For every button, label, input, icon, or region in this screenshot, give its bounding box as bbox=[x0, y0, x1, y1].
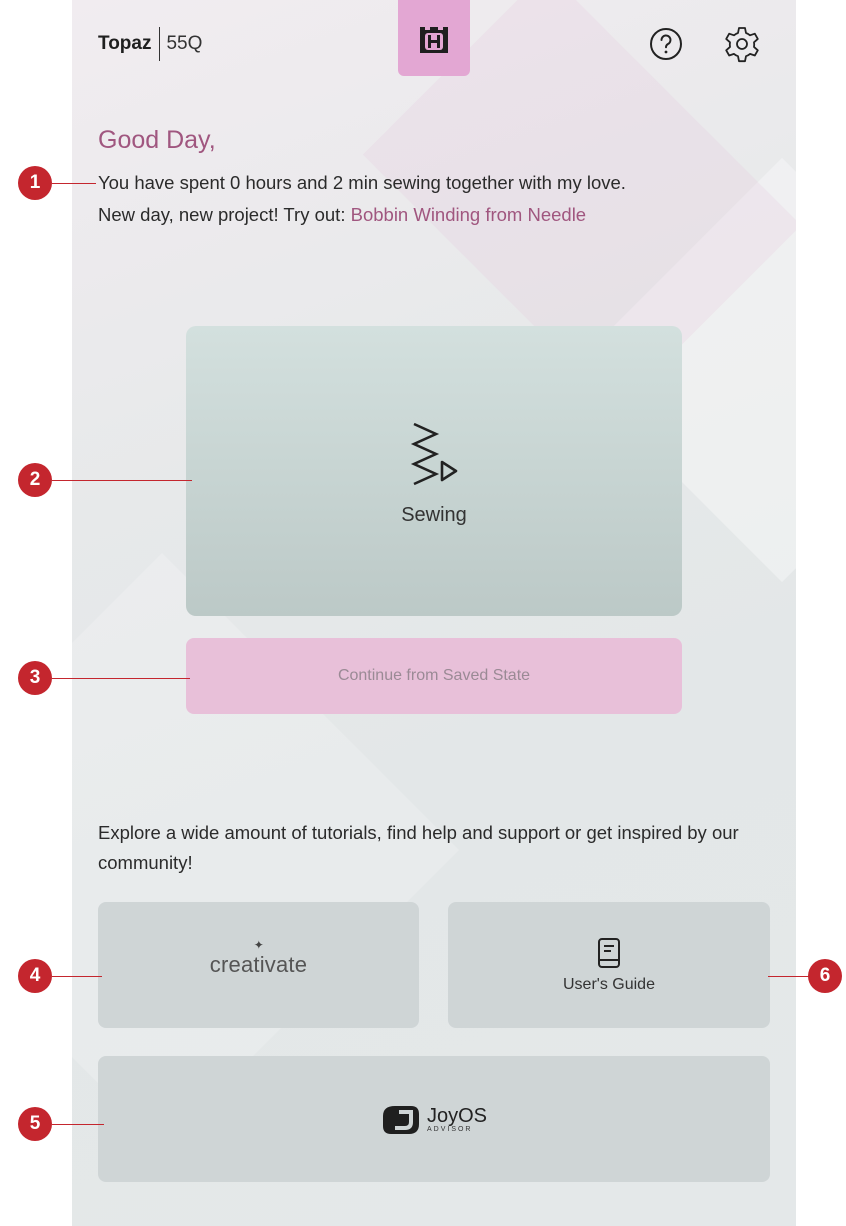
callout-line-3 bbox=[52, 678, 190, 679]
book-icon bbox=[598, 938, 620, 968]
callout-line-4 bbox=[52, 976, 102, 977]
users-guide-button[interactable]: User's Guide bbox=[448, 902, 770, 1028]
brand-divider bbox=[159, 27, 161, 61]
callout-marker-2: 2 bbox=[18, 463, 52, 497]
joyos-text: JoyOS ADVISOR bbox=[427, 1106, 487, 1133]
joyos-advisor-button[interactable]: JoyOS ADVISOR bbox=[98, 1056, 770, 1182]
creativate-label: creativate bbox=[209, 952, 308, 977]
joyos-sublabel: ADVISOR bbox=[426, 1125, 473, 1133]
gear-icon bbox=[725, 27, 759, 63]
suggestion-text: New day, new project! Try out: Bobbin Wi… bbox=[98, 204, 586, 226]
explore-text: Explore a wide amount of tutorials, find… bbox=[98, 822, 739, 873]
help-button[interactable] bbox=[646, 24, 686, 64]
callout-line-2 bbox=[52, 480, 192, 481]
sewing-mode-button[interactable]: Sewing bbox=[186, 326, 682, 616]
continue-saved-state-button[interactable]: Continue from Saved State bbox=[186, 638, 682, 714]
callout-marker-3: 3 bbox=[18, 661, 52, 695]
callout-line-1 bbox=[52, 183, 96, 184]
callout-marker-6: 6 bbox=[808, 959, 842, 993]
greeting-title: Good Day, bbox=[98, 126, 216, 154]
callout-marker-4: 4 bbox=[18, 959, 52, 993]
sewing-time-text: You have spent 0 hours and 2 min sewing … bbox=[98, 172, 626, 193]
users-guide-label: User's Guide bbox=[563, 976, 655, 993]
joyos-logo: JoyOS ADVISOR bbox=[381, 1102, 487, 1136]
joyos-logo-icon bbox=[382, 1106, 419, 1134]
joyos-label: JoyOS bbox=[426, 1104, 488, 1127]
husqvarna-logo-button[interactable] bbox=[398, 0, 470, 76]
home-screen: Topaz 55Q Good Day, You have spent 0 hou… bbox=[72, 0, 796, 1226]
creativate-button[interactable]: ✦ creativate bbox=[98, 902, 419, 1028]
husqvarna-crown-h-icon bbox=[420, 27, 448, 53]
brand-name: Topaz bbox=[98, 33, 152, 54]
zigzag-play-icon bbox=[410, 422, 458, 485]
creativate-logo: ✦ creativate bbox=[209, 938, 308, 978]
callout-marker-1: 1 bbox=[18, 166, 52, 200]
sewing-label: Sewing bbox=[401, 503, 467, 526]
help-circle-icon bbox=[650, 28, 682, 60]
tutorial-link[interactable]: Bobbin Winding from Needle bbox=[351, 204, 587, 225]
machine-model: 55Q bbox=[166, 33, 203, 54]
suggestion-prefix: New day, new project! Try out: bbox=[98, 204, 351, 225]
callout-line-5 bbox=[52, 1124, 104, 1125]
machine-brand: Topaz 55Q bbox=[98, 26, 202, 62]
settings-button[interactable] bbox=[720, 22, 764, 66]
sparkle-icon: ✦ bbox=[253, 938, 265, 952]
callout-marker-5: 5 bbox=[18, 1107, 52, 1141]
